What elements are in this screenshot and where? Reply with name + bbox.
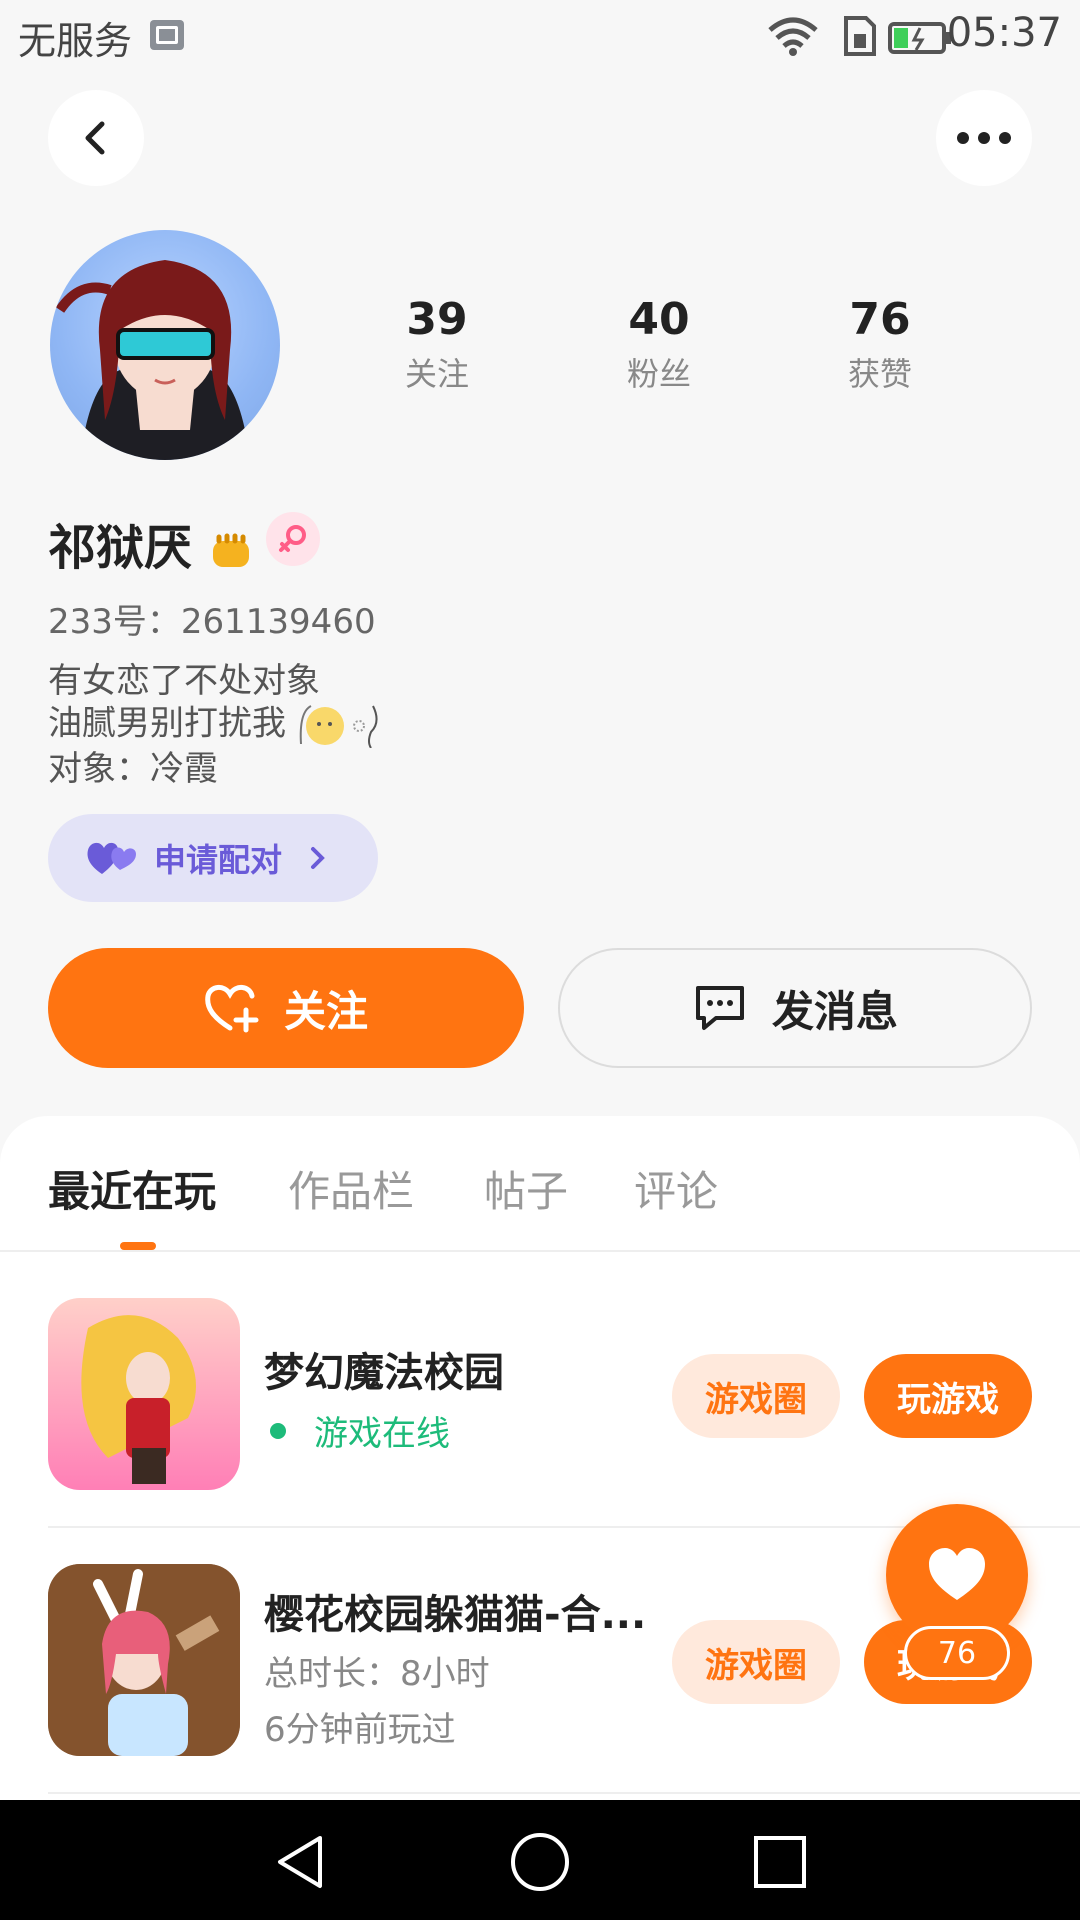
tab-posts[interactable]: 帖子	[484, 1158, 568, 1219]
game-icon-1[interactable]	[48, 1298, 240, 1490]
wifi-icon	[768, 17, 818, 56]
like-count-badge: 76	[904, 1626, 1010, 1680]
likes-label: 获赞	[847, 355, 912, 393]
tab-works[interactable]: 作品栏	[288, 1158, 414, 1219]
heart-icon	[929, 1548, 985, 1600]
tab-divider	[0, 1250, 1080, 1252]
nav-home-icon[interactable]	[508, 1830, 572, 1894]
row-divider	[48, 1792, 1080, 1794]
battery-icon	[888, 22, 951, 54]
game-title-2[interactable]: 樱花校园躲猫猫-合...	[264, 1582, 646, 1640]
game-title-1[interactable]: 梦幻魔法校园	[264, 1340, 504, 1398]
avatar-illustration	[55, 260, 250, 460]
stat-following[interactable]: 39 关注	[357, 292, 517, 396]
game-online-text: 游戏在线	[314, 1414, 450, 1454]
heart-plus-icon	[205, 985, 259, 1033]
nav-back-icon[interactable]	[270, 1832, 330, 1892]
likes-count: 76	[849, 294, 911, 345]
user-name: 祁狱厌	[48, 508, 253, 578]
like-floating-button[interactable]	[886, 1504, 1028, 1646]
chevron-right-icon	[311, 847, 325, 869]
user-id: 233号：261139460	[48, 602, 376, 642]
hearts-icon	[87, 842, 136, 874]
user-name-text: 祁狱厌	[48, 520, 193, 576]
send-message-label: 发消息	[771, 986, 898, 1036]
active-tab-indicator	[120, 1242, 156, 1250]
image-notification-icon	[150, 20, 184, 50]
bio-line-2: 油腻男别打扰我	[48, 702, 381, 749]
game-duration-2: 总时长：8小时	[264, 1654, 490, 1694]
play-game-button-1[interactable]: 玩游戏	[864, 1354, 1032, 1438]
female-gender-icon	[266, 512, 320, 566]
chevron-left-icon	[85, 121, 105, 155]
bio-line-1: 有女恋了不处对象	[48, 661, 320, 701]
carrier-text: 无服务	[18, 19, 133, 63]
following-label: 关注	[404, 355, 469, 393]
followers-label: 粉丝	[626, 355, 691, 393]
sim-icon	[844, 16, 876, 56]
send-message-button[interactable]: 发消息	[558, 948, 1032, 1068]
game-status-1: 游戏在线	[264, 1406, 450, 1455]
system-navigation-bar	[0, 1800, 1080, 1920]
followers-count: 40	[628, 294, 690, 345]
clock-text: 05:37	[946, 10, 1062, 56]
game-circle-button-1[interactable]: 游戏圈	[672, 1354, 840, 1438]
chat-bubble-icon	[695, 986, 744, 1030]
following-count: 39	[406, 294, 468, 345]
nav-recents-icon[interactable]	[750, 1832, 810, 1892]
pair-request-button[interactable]: 申请配对	[48, 814, 378, 902]
avatar[interactable]	[50, 230, 280, 460]
game-icon-2[interactable]	[48, 1564, 240, 1756]
pair-request-label: 申请配对	[154, 841, 283, 879]
more-icon	[957, 132, 1011, 144]
online-dot-icon	[270, 1422, 286, 1439]
stat-likes[interactable]: 76 获赞	[800, 292, 960, 396]
bio-line-3: 对象：冷霞	[48, 749, 218, 789]
game-circle-button-2[interactable]: 游戏圈	[672, 1620, 840, 1704]
more-options-button[interactable]	[936, 90, 1032, 186]
tab-comments[interactable]: 评论	[634, 1158, 718, 1219]
back-button[interactable]	[48, 90, 144, 186]
stat-followers[interactable]: 40 粉丝	[579, 292, 739, 396]
status-bar: 无服务 05:37	[0, 0, 1080, 72]
user-bio: 有女恋了不处对象 油腻男别打扰我 对象：冷霞	[48, 660, 381, 790]
fist-emoji-icon	[212, 533, 249, 567]
follow-button[interactable]: 关注	[48, 948, 524, 1068]
follow-label: 关注	[283, 986, 368, 1036]
game-last-played-2: 6分钟前玩过	[264, 1710, 456, 1750]
peek-emoji-icon	[299, 705, 378, 749]
tab-recently-played[interactable]: 最近在玩	[48, 1158, 216, 1219]
